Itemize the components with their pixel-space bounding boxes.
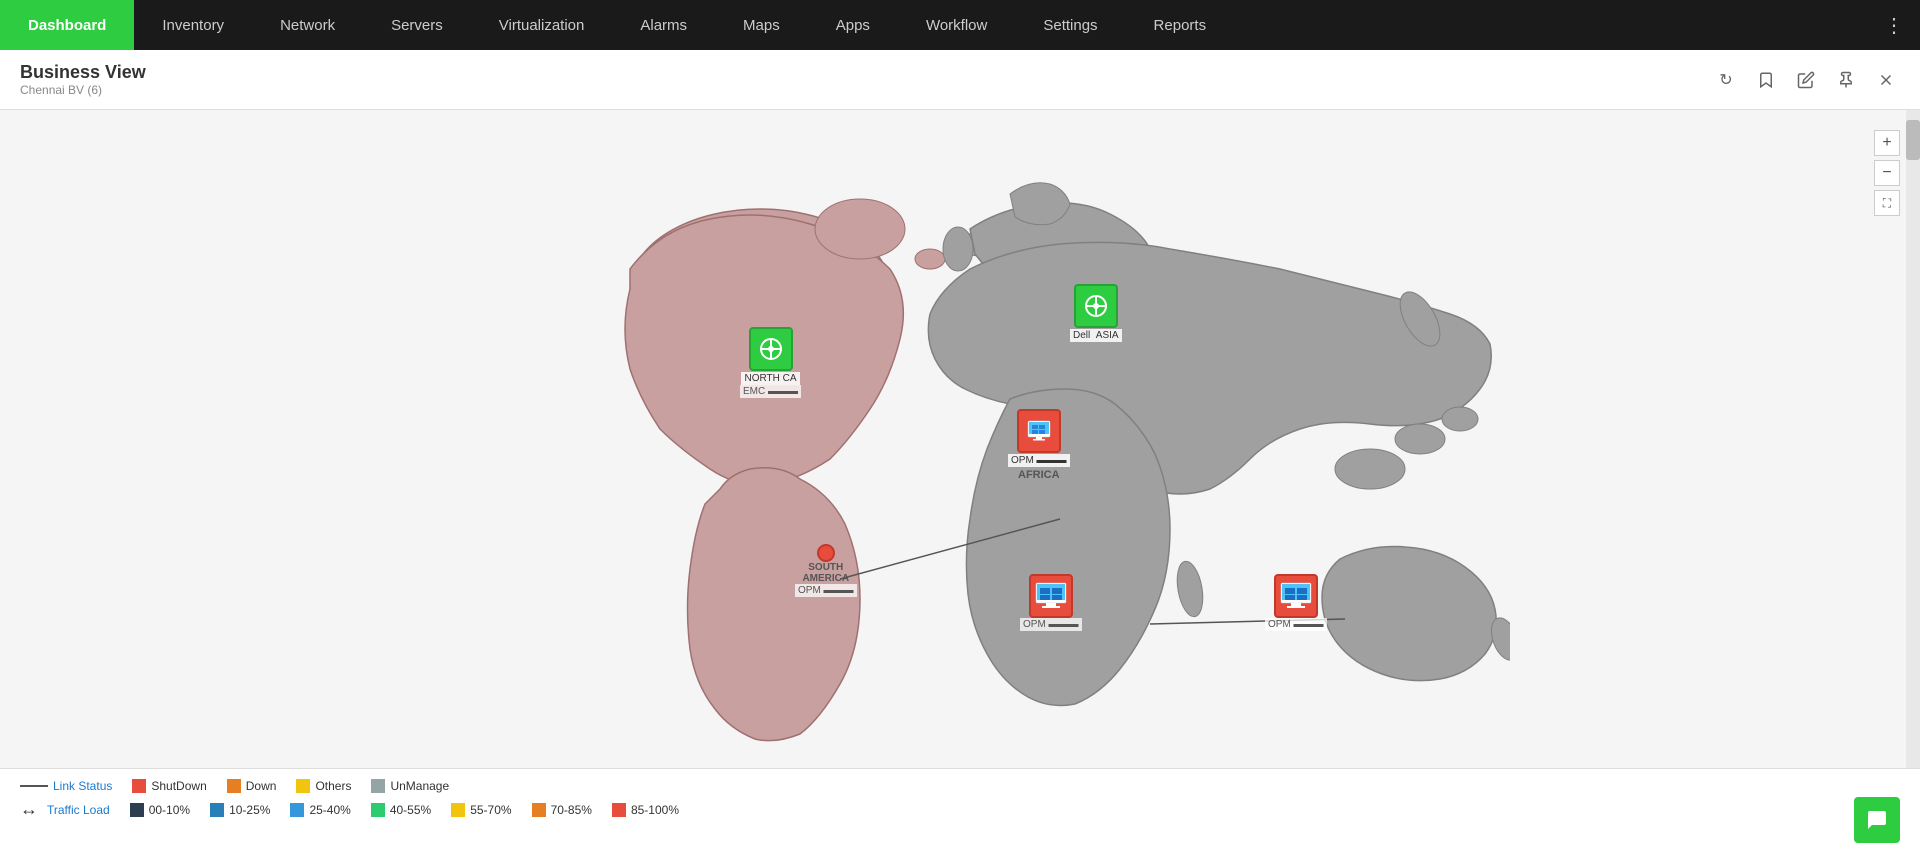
others-color [296, 779, 310, 793]
others-label: Others [315, 779, 351, 793]
legend-row-link: Link Status ShutDown Down Others UnManag… [20, 779, 1900, 793]
traffic-10-25-color [210, 803, 224, 817]
node-south-america-sublabel: OPM ▬▬▬ [795, 584, 857, 597]
header-title-area: Business View Chennai BV (6) [20, 62, 146, 97]
shutdown-color [132, 779, 146, 793]
nav-reports[interactable]: Reports [1126, 0, 1235, 50]
traffic-load-label[interactable]: Traffic Load [47, 803, 110, 817]
node-south-america[interactable]: SOUTHAMERICA OPM ▬▬▬ [795, 544, 857, 597]
legend-00-10: 00-10% [130, 803, 190, 817]
traffic-40-55-color [371, 803, 385, 817]
nav-more-button[interactable]: ⋮ [1868, 13, 1920, 38]
traffic-00-10-label: 00-10% [149, 803, 190, 817]
traffic-55-70-color [451, 803, 465, 817]
traffic-70-85-color [532, 803, 546, 817]
world-map[interactable]: NORTH CA EMC ▬▬▬ Dell ASIA [410, 129, 1510, 749]
fullscreen-button[interactable]: ⛶ [1874, 190, 1900, 216]
legend-row-traffic: ↔ Traffic Load 00-10% 10-25% 25-40% 40-5… [20, 799, 1900, 820]
unmanage-color [371, 779, 385, 793]
legend-40-55: 40-55% [371, 803, 431, 817]
legend-25-40: 25-40% [290, 803, 350, 817]
page-header: Business View Chennai BV (6) ↻ [0, 50, 1920, 110]
traffic-00-10-color [130, 803, 144, 817]
close-button[interactable] [1872, 66, 1900, 94]
legend-unmanage: UnManage [371, 779, 449, 793]
nav-settings[interactable]: Settings [1015, 0, 1125, 50]
node-north-ca-label: NORTH CA [741, 372, 799, 385]
bookmark-button[interactable] [1752, 66, 1780, 94]
legend-others: Others [296, 779, 351, 793]
node-subsahara-sublabel: OPM ▬▬▬ [1020, 618, 1082, 631]
pin-button[interactable] [1832, 66, 1860, 94]
header-actions: ↻ [1712, 66, 1900, 94]
node-asia-label: Dell ASIA [1070, 329, 1122, 342]
node-asia[interactable]: Dell ASIA [1070, 284, 1122, 342]
link-status-label[interactable]: Link Status [53, 779, 112, 793]
page-title: Business View [20, 62, 146, 83]
traffic-10-25-label: 10-25% [229, 803, 270, 817]
nav-maps[interactable]: Maps [715, 0, 808, 50]
nav-virtualization[interactable]: Virtualization [471, 0, 613, 50]
nav-network[interactable]: Network [252, 0, 363, 50]
legend-traffic-load: ↔ Traffic Load [20, 799, 110, 820]
traffic-40-55-label: 40-55% [390, 803, 431, 817]
legend-down: Down [227, 779, 277, 793]
edit-button[interactable] [1792, 66, 1820, 94]
zoom-in-button[interactable]: + [1874, 130, 1900, 156]
zoom-out-button[interactable]: − [1874, 160, 1900, 186]
traffic-55-70-label: 55-70% [470, 803, 511, 817]
legend-70-85: 70-85% [532, 803, 592, 817]
map-area[interactable]: NORTH CA EMC ▬▬▬ Dell ASIA [0, 110, 1920, 768]
down-color [227, 779, 241, 793]
legend-line-icon [20, 785, 48, 787]
right-scrollbar[interactable] [1906, 110, 1920, 768]
nav-servers[interactable]: Servers [363, 0, 471, 50]
traffic-85-100-color [612, 803, 626, 817]
traffic-70-85-label: 70-85% [551, 803, 592, 817]
node-north-ca-sublabel: EMC ▬▬▬ [740, 385, 801, 398]
down-label: Down [246, 779, 277, 793]
node-subsahara[interactable]: OPM ▬▬▬ [1020, 574, 1082, 631]
node-africa[interactable]: OPM ▬▬▬ AFRICA [1008, 409, 1070, 481]
traffic-25-40-label: 25-40% [309, 803, 350, 817]
page-subtitle: Chennai BV (6) [20, 83, 146, 97]
refresh-button[interactable]: ↻ [1712, 66, 1740, 94]
node-africa-label: OPM ▬▬▬ [1008, 454, 1070, 467]
node-north-ca[interactable]: NORTH CA EMC ▬▬▬ [740, 327, 801, 398]
shutdown-label: ShutDown [151, 779, 206, 793]
legend-shutdown: ShutDown [132, 779, 206, 793]
legend-10-25: 10-25% [210, 803, 270, 817]
nav-dashboard[interactable]: Dashboard [0, 0, 134, 50]
chat-button[interactable] [1854, 797, 1900, 843]
node-south-america-label: SOUTHAMERICA [802, 562, 849, 584]
traffic-25-40-color [290, 803, 304, 817]
traffic-arrow-icon: ↔ [20, 799, 38, 820]
legend-55-70: 55-70% [451, 803, 511, 817]
traffic-85-100-label: 85-100% [631, 803, 679, 817]
nav-apps[interactable]: Apps [808, 0, 898, 50]
legend-85-100: 85-100% [612, 803, 679, 817]
main-content: NORTH CA EMC ▬▬▬ Dell ASIA [0, 110, 1920, 768]
node-australia[interactable]: OPM ▬▬▬ [1265, 574, 1327, 631]
footer-legend: Link Status ShutDown Down Others UnManag… [0, 768, 1920, 863]
nav-workflow[interactable]: Workflow [898, 0, 1015, 50]
nav-inventory[interactable]: Inventory [134, 0, 252, 50]
nav-alarms[interactable]: Alarms [612, 0, 715, 50]
unmanage-label: UnManage [390, 779, 449, 793]
legend-link-status: Link Status [20, 779, 112, 793]
node-australia-sublabel: OPM ▬▬▬ [1265, 618, 1327, 631]
top-navigation: Dashboard Inventory Network Servers Virt… [0, 0, 1920, 50]
node-africa-region: AFRICA [1018, 469, 1060, 481]
scrollbar-thumb [1906, 120, 1920, 160]
zoom-controls: + − ⛶ [1874, 130, 1900, 216]
